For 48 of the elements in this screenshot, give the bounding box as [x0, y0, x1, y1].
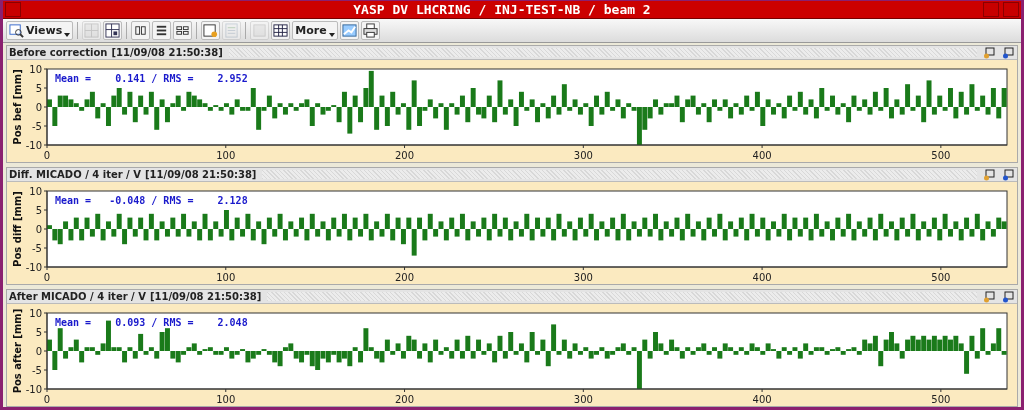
axis-tick-label: 200	[395, 394, 415, 405]
axis-tick-label: 300	[573, 150, 593, 161]
panel-title: Diff. MICADO / 4 iter / V	[9, 169, 141, 180]
panel-timestamp: [11/09/08 21:50:38]	[145, 169, 257, 180]
axis-title: Pos diff [mm]	[12, 191, 23, 267]
axis-tick-label: 300	[573, 394, 593, 405]
window-title: YASP DV LHCRING / INJ-TEST-NB / beam 2	[352, 2, 652, 17]
axis-tick-label: 5	[35, 205, 42, 216]
axis-tick-label: 100	[216, 272, 236, 283]
axis-tick-label: 10	[29, 64, 42, 75]
statistics-text: Mean = -0.048 / RMS = 2.128	[55, 195, 248, 206]
axis-tick-label: 300	[573, 272, 593, 283]
axis-tick-label: -10	[25, 384, 42, 395]
axis-tick-label: 0	[43, 394, 51, 405]
axis-tick-label: 100	[216, 150, 236, 161]
axis-title: Pos bef [mm]	[12, 69, 23, 145]
axis-tick-label: 0	[43, 272, 51, 283]
axis-tick-label: 0	[35, 224, 42, 235]
axis-title: Pos after [mm]	[12, 308, 23, 394]
axis-tick-label: 400	[752, 394, 772, 405]
axis-tick-label: 10	[29, 308, 42, 319]
panel-title: After MICADO / 4 iter / V	[9, 291, 146, 302]
axis-tick-label: 5	[35, 327, 42, 338]
axis-tick-label: 0	[35, 346, 42, 357]
axis-tick-label: -5	[32, 121, 42, 132]
axis-tick-label: 10	[29, 186, 42, 197]
axis-tick-label: 400	[752, 272, 772, 283]
more-button[interactable]: More	[292, 21, 338, 40]
axis-tick-label: 500	[931, 150, 951, 161]
statistics-text: Mean = 0.141 / RMS = 2.952	[55, 73, 248, 84]
axis-tick-label: -5	[32, 365, 42, 376]
panel-timestamp: [11/09/08 21:50:38]	[149, 291, 262, 302]
axis-tick-label: 0	[35, 102, 42, 113]
panel-timestamp: [11/09/08 21:50:38]	[111, 47, 223, 58]
axis-tick-label: -5	[32, 243, 42, 254]
statistics-text: Mean = 0.093 / RMS = 2.048	[55, 317, 248, 328]
axis-tick-label: 400	[752, 150, 772, 161]
axis-tick-label: 200	[395, 150, 415, 161]
axis-tick-label: 200	[395, 272, 415, 283]
axis-tick-label: 500	[931, 394, 951, 405]
axis-tick-label: 0	[43, 150, 51, 161]
panel-title: Before correction	[9, 47, 108, 58]
axis-tick-label: 5	[35, 83, 42, 94]
axis-tick-label: 500	[931, 272, 951, 283]
axis-tick-label: -10	[25, 262, 42, 273]
views-button[interactable]: Views	[6, 21, 74, 40]
axis-tick-label: 100	[216, 394, 236, 405]
axis-tick-label: -10	[25, 140, 42, 151]
